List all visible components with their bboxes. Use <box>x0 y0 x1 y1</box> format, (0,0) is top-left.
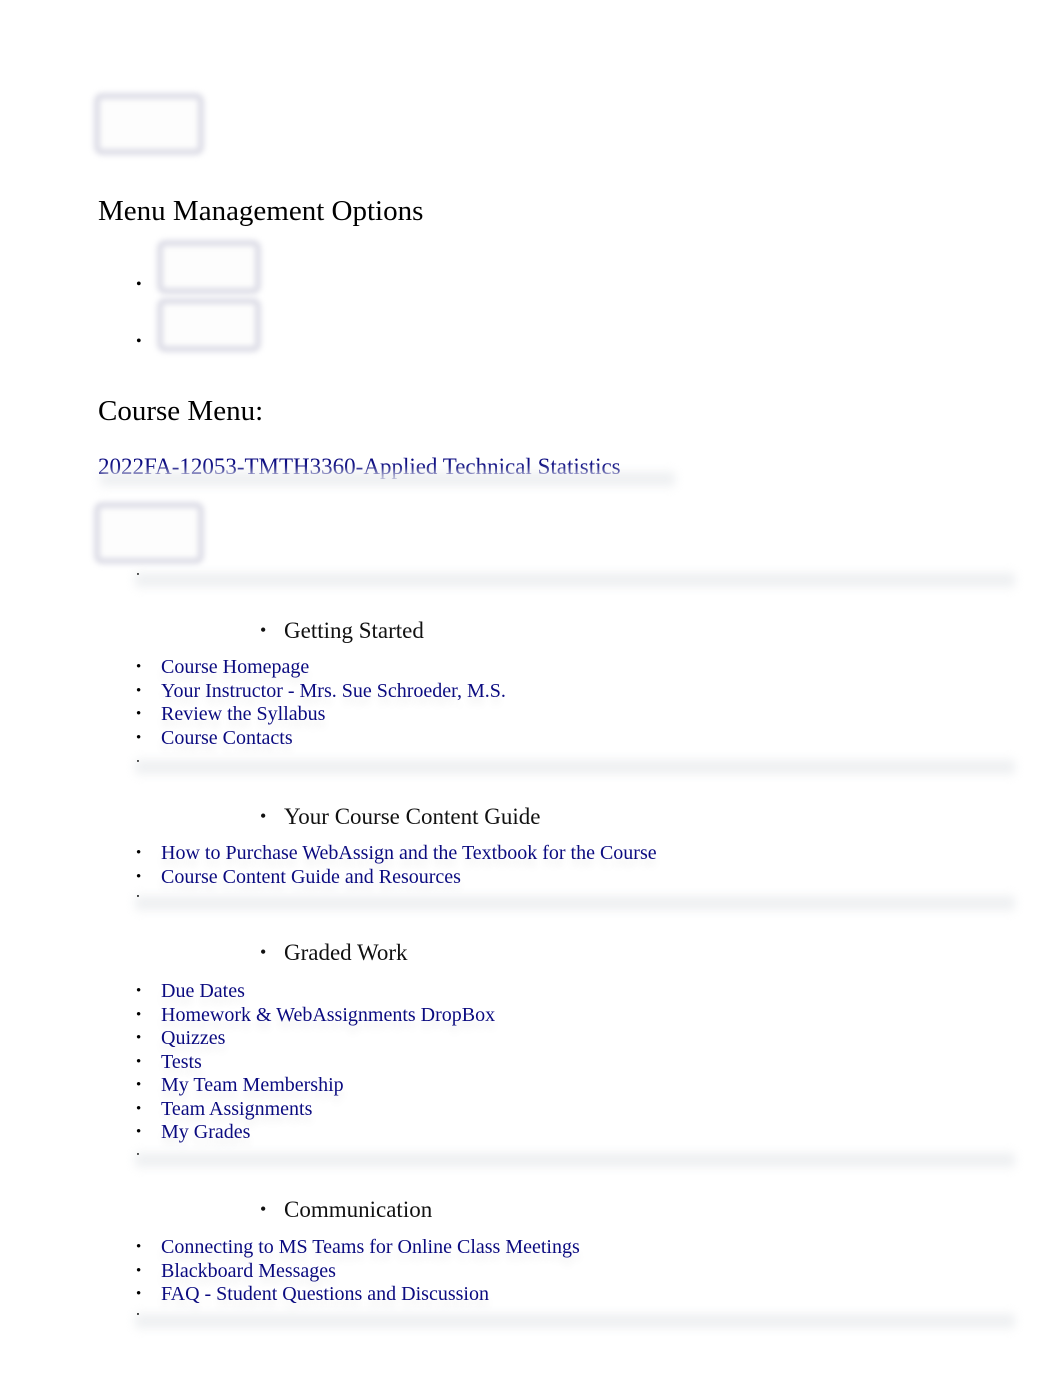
link-course-contacts[interactable]: Course Contacts <box>161 727 293 749</box>
link-purchase-webassign[interactable]: How to Purchase WebAssign and the Textbo… <box>161 842 657 864</box>
list-item: • My Team Membership <box>136 1074 344 1096</box>
link-team-assignments[interactable]: Team Assignments <box>161 1098 312 1120</box>
blurred-button-top[interactable] <box>94 93 204 155</box>
divider <box>100 472 675 486</box>
list-item: • Course Content Guide and Resources <box>136 865 461 888</box>
link-team-membership[interactable]: My Team Membership <box>161 1074 344 1096</box>
list-item: • Tests <box>136 1050 202 1073</box>
list-item: • How to Purchase WebAssign and the Textb… <box>136 842 657 864</box>
communication-links: • Connecting to MS Teams for Online Class… <box>136 1236 580 1307</box>
blurred-button-course[interactable] <box>94 502 204 564</box>
getting-started-links: • Course Homepage • Your Instructor - Mrs.… <box>136 656 506 750</box>
list-item: • Course Contacts <box>136 726 293 749</box>
bullet: • <box>136 333 142 350</box>
section-heading-graded-work: • Graded Work <box>260 940 408 965</box>
list-item: • Review the Syllabus <box>136 703 326 725</box>
menu-management-heading: Menu Management Options <box>98 195 424 227</box>
section-heading-getting-started: • Getting Started <box>260 618 424 643</box>
link-tests[interactable]: Tests <box>161 1051 202 1073</box>
divider <box>135 1314 1015 1328</box>
link-review-syllabus[interactable]: Review the Syllabus <box>161 703 325 725</box>
link-quizzes[interactable]: Quizzes <box>161 1027 225 1049</box>
list-item: • Due Dates <box>136 980 245 1002</box>
link-faq-discussion[interactable]: FAQ - Student Questions and Discussion <box>161 1283 489 1305</box>
menu-option-button-2[interactable] <box>157 298 261 352</box>
list-item: • Course Homepage <box>136 656 310 678</box>
list-item: • Your Instructor - Mrs. Sue Schroeder, M… <box>136 679 506 702</box>
menu-option-button-1[interactable] <box>157 240 261 294</box>
bullet: • <box>136 276 142 293</box>
graded-work-links: • Due Dates • Homework & WebAssignments Dr… <box>136 980 495 1145</box>
section-heading-communication: • Communication <box>260 1197 433 1222</box>
divider <box>135 760 1015 774</box>
list-item: • Team Assignments <box>136 1097 313 1120</box>
content-guide-links: • How to Purchase WebAssign and the Textb… <box>136 842 657 889</box>
link-homework-dropbox[interactable]: Homework & WebAssignments DropBox <box>161 1004 495 1026</box>
list-item: • Blackboard Messages <box>136 1259 336 1282</box>
link-course-homepage[interactable]: Course Homepage <box>161 656 309 678</box>
list-item: • My Grades <box>136 1121 251 1143</box>
link-content-guide-resources[interactable]: Course Content Guide and Resources <box>161 866 461 888</box>
list-item: • Quizzes <box>136 1027 226 1049</box>
list-item: • Connecting to MS Teams for Online Class… <box>136 1236 580 1258</box>
link-ms-teams[interactable]: Connecting to MS Teams for Online Class … <box>161 1236 580 1258</box>
section-heading-content-guide: • Your Course Content Guide <box>260 804 541 829</box>
link-due-dates[interactable]: Due Dates <box>161 980 245 1002</box>
divider <box>135 1153 1015 1167</box>
list-item: • Homework & WebAssignments DropBox <box>136 1003 496 1026</box>
list-item: • FAQ - Student Questions and Discussion <box>136 1283 489 1305</box>
divider <box>135 896 1015 910</box>
divider <box>135 573 1015 587</box>
course-menu-heading: Course Menu: <box>98 395 264 427</box>
link-blackboard-messages[interactable]: Blackboard Messages <box>161 1260 336 1282</box>
link-my-grades[interactable]: My Grades <box>161 1121 250 1143</box>
link-your-instructor[interactable]: Your Instructor - Mrs. Sue Schroeder, M.… <box>161 680 506 702</box>
